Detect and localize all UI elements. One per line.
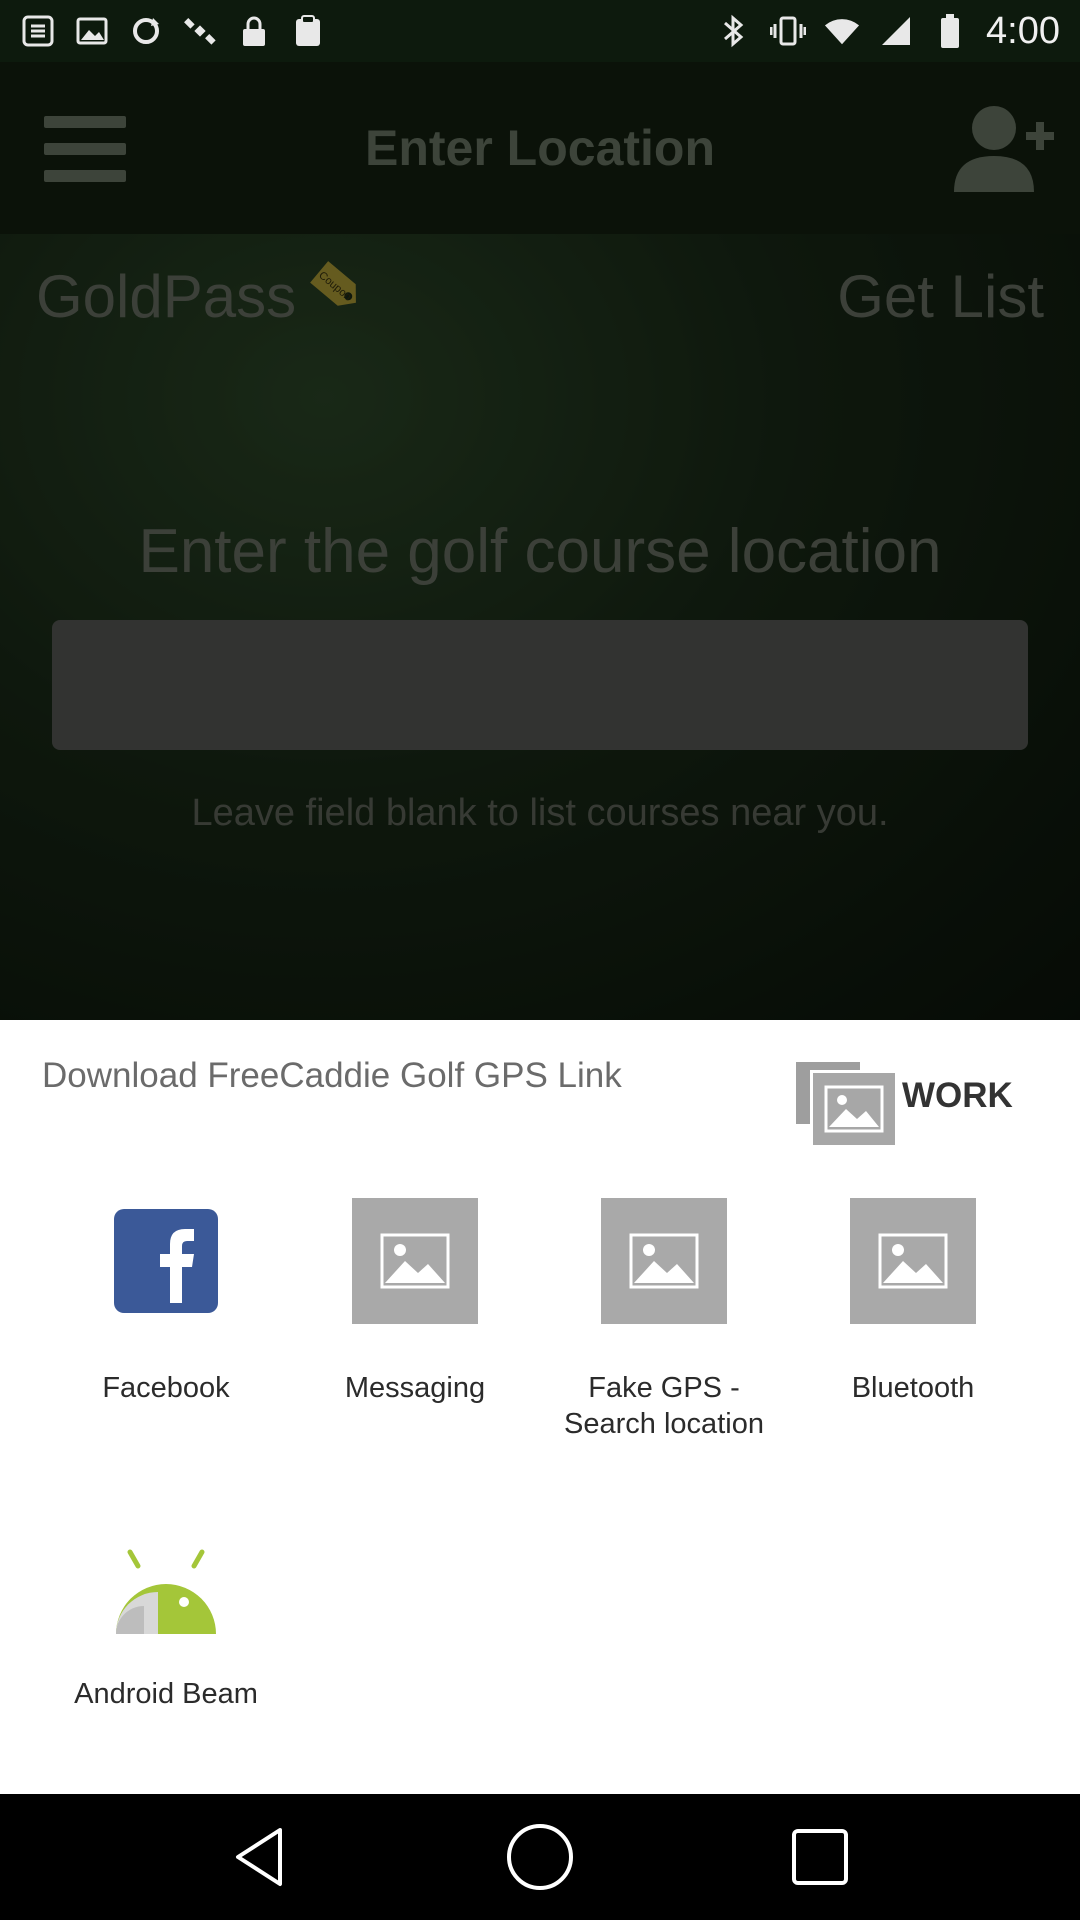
wifi-icon — [824, 13, 860, 49]
home-icon[interactable] — [500, 1817, 580, 1897]
recents-icon[interactable] — [780, 1817, 860, 1897]
share-target-label: Android Beam — [74, 1678, 258, 1710]
back-icon[interactable] — [220, 1817, 300, 1897]
image-placeholder-icon — [850, 1198, 976, 1324]
work-image-icon — [810, 1070, 898, 1148]
satellite-icon — [182, 13, 218, 49]
share-target-label: Facebook — [102, 1372, 230, 1404]
status-time: 4:00 — [986, 9, 1060, 52]
status-bar-notifications — [20, 13, 326, 49]
dim-overlay[interactable] — [0, 62, 1080, 1020]
share-sheet: Download FreeCaddie Golf GPS Link WORK F… — [0, 1020, 1080, 1794]
battery-icon — [932, 13, 968, 49]
clipboard-icon — [290, 13, 326, 49]
share-target-bluetooth[interactable]: Bluetooth — [793, 1198, 1033, 1406]
share-target-android-beam[interactable]: Android Beam — [46, 1520, 286, 1712]
share-target-label: Fake GPS - Search location — [564, 1372, 764, 1440]
android-beam-icon — [103, 1520, 229, 1640]
status-bar-system: 4:00 — [716, 10, 1060, 53]
share-target-facebook[interactable]: Facebook — [46, 1198, 286, 1406]
share-target-fake-gps[interactable]: Fake GPS - Search location — [544, 1198, 784, 1442]
share-target-label: Bluetooth — [851, 1372, 975, 1404]
lock-icon — [236, 13, 272, 49]
share-target-label: Messaging — [344, 1372, 486, 1404]
app-notification-icon — [20, 13, 56, 49]
work-profile-badge[interactable]: WORK — [796, 1062, 1013, 1148]
facebook-icon — [103, 1198, 229, 1324]
vibrate-icon — [770, 13, 807, 49]
refresh-icon — [128, 13, 164, 49]
share-target-messaging[interactable]: Messaging — [295, 1198, 535, 1406]
navigation-bar — [0, 1794, 1080, 1920]
background-app: Enter Location GoldPass Coupon Get List … — [0, 62, 1080, 1020]
image-placeholder-icon — [601, 1198, 727, 1324]
signal-icon — [878, 13, 914, 49]
image-placeholder-icon — [352, 1198, 478, 1324]
work-label: WORK — [902, 1076, 1013, 1115]
status-bar: 4:00 — [0, 0, 1080, 62]
share-sheet-title: Download FreeCaddie Golf GPS Link — [42, 1056, 622, 1095]
image-notification-icon — [74, 13, 110, 49]
bluetooth-icon — [716, 13, 752, 49]
